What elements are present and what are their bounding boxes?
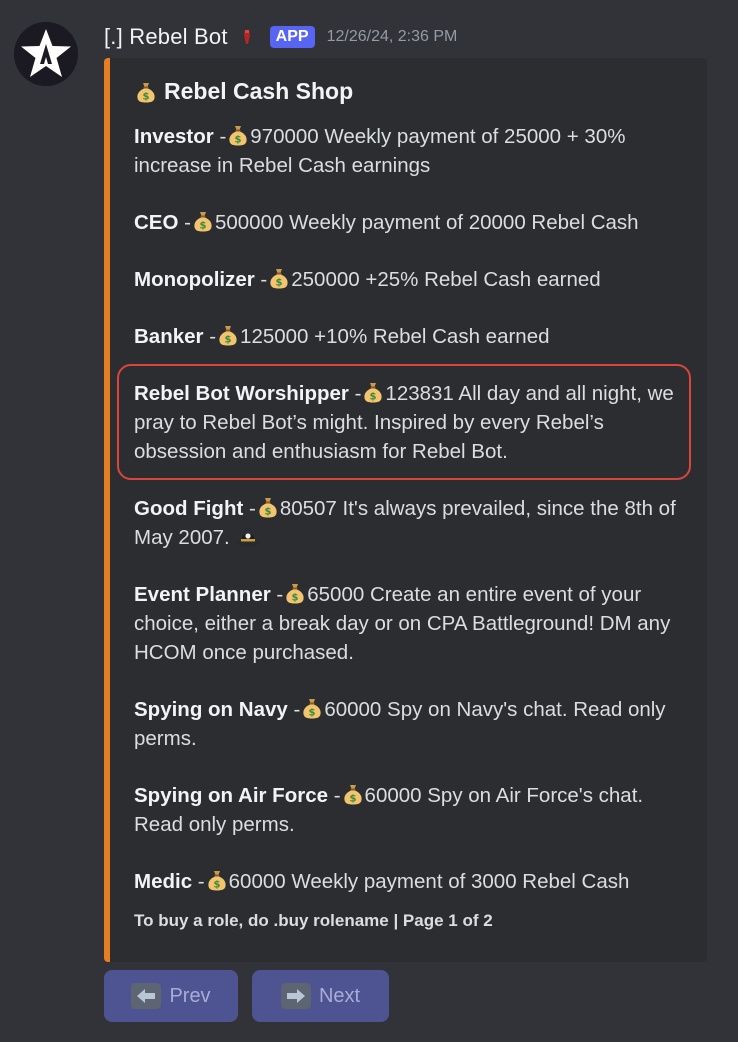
shop-item: Medic - $60000 Weekly payment of 3000 Reb… bbox=[134, 867, 694, 896]
svg-text:$: $ bbox=[199, 221, 206, 232]
money-bag-icon: $ bbox=[194, 212, 212, 232]
shop-item-price-wrap: - $500000 bbox=[178, 211, 283, 234]
shop-item-name: Medic bbox=[134, 870, 193, 893]
shop-item-price-wrap: - $123831 bbox=[349, 382, 454, 405]
bot-message: [.] Rebel Bot APP 12/26/24, 2:36 PM $ Re… bbox=[0, 0, 738, 1042]
app-badge: APP bbox=[269, 26, 315, 48]
svg-text:$: $ bbox=[143, 91, 150, 102]
money-bag-icon: $ bbox=[137, 82, 155, 102]
shop-item-separator: - bbox=[328, 784, 341, 807]
svg-text:$: $ bbox=[292, 593, 299, 604]
shop-item: Banker - $125000 +10% Rebel Cash earned bbox=[134, 322, 694, 351]
shop-item-separator: - bbox=[203, 325, 217, 348]
money-bag-icon: $ bbox=[259, 498, 277, 518]
svg-text:$: $ bbox=[349, 794, 356, 805]
shop-item-price: 60000 bbox=[364, 784, 422, 807]
shop-item-price: 60000 bbox=[228, 870, 286, 893]
shop-item-separator: - bbox=[243, 497, 256, 520]
shop-item-description: Weekly payment of 20000 Rebel Cash bbox=[283, 211, 639, 234]
money-bag-icon: $ bbox=[270, 269, 288, 289]
money-bag-icon: $ bbox=[219, 326, 237, 346]
shop-item-price-wrap: - $60000 bbox=[192, 870, 286, 893]
left-arrow-icon bbox=[131, 983, 162, 1009]
shop-item-name: Spying on Navy bbox=[134, 698, 288, 721]
shop-item: Rebel Bot Worshipper - $123831 All day an… bbox=[134, 379, 694, 466]
shop-item: Spying on Air Force - $60000 Spy on Air F… bbox=[134, 781, 694, 839]
shop-item-name: Investor bbox=[134, 125, 214, 148]
shop-item-description: Weekly payment of 3000 Rebel Cash bbox=[285, 870, 630, 893]
shop-item: CEO - $500000 Weekly payment of 20000 Reb… bbox=[134, 208, 694, 237]
shop-item-price: 125000 bbox=[240, 325, 309, 348]
shop-item-name: Monopolizer bbox=[134, 268, 255, 291]
svg-text:$: $ bbox=[225, 335, 232, 346]
shop-item-description: +25% Rebel Cash earned bbox=[359, 268, 601, 291]
svg-text:$: $ bbox=[213, 880, 220, 891]
shop-item-price-wrap: - $65000 bbox=[270, 583, 365, 606]
shop-item: Good Fight - $80507 It's always prevailed… bbox=[134, 494, 694, 552]
shop-item-price-wrap: - $250000 bbox=[254, 268, 360, 291]
star-logo-icon bbox=[14, 22, 78, 86]
message-timestamp: 12/26/24, 2:36 PM bbox=[326, 28, 458, 45]
shop-item-separator: - bbox=[287, 698, 301, 721]
shop-item-price: 65000 bbox=[307, 583, 365, 606]
svg-text:$: $ bbox=[276, 278, 283, 289]
shop-item-description: +10% Rebel Cash earned bbox=[308, 325, 550, 348]
embed-title-text: Rebel Cash Shop bbox=[164, 78, 354, 104]
red-marker-icon bbox=[242, 29, 252, 45]
shop-item: Spying on Navy - $60000 Spy on Navy's cha… bbox=[134, 695, 694, 753]
shop-item-name: CEO bbox=[134, 211, 179, 234]
shop-item: Investor - $970000 Weekly payment of 2500… bbox=[134, 122, 694, 180]
author-name[interactable]: [.] Rebel Bot bbox=[104, 24, 228, 50]
shop-item-price: 60000 bbox=[324, 698, 382, 721]
shop-item-separator: - bbox=[178, 211, 191, 234]
svg-text:$: $ bbox=[370, 392, 377, 403]
shop-item-price: 123831 bbox=[385, 382, 454, 405]
pirate-hat-icon bbox=[237, 533, 260, 546]
shop-item-separator: - bbox=[348, 382, 362, 405]
shop-item-name: Spying on Air Force bbox=[134, 784, 329, 807]
shop-item-price-wrap: - $80507 bbox=[243, 497, 337, 520]
shop-item: Event Planner - $65000 Create an entire e… bbox=[134, 580, 694, 667]
shop-item-name: Event Planner bbox=[134, 583, 271, 606]
shop-item-price: 970000 bbox=[250, 125, 319, 148]
shop-item-price: 80507 bbox=[279, 497, 337, 520]
shop-item-price-wrap: - $970000 bbox=[213, 125, 319, 148]
prev-button-label: Prev bbox=[169, 984, 211, 1007]
svg-text:$: $ bbox=[235, 135, 242, 146]
money-bag-icon: $ bbox=[343, 785, 362, 805]
embed-footer: To buy a role, do .buy rolename | Page 1… bbox=[134, 911, 493, 930]
prev-button[interactable]: Prev bbox=[104, 970, 238, 1022]
shop-embed: $ Rebel Cash Shop Investor - $970000 Week… bbox=[104, 58, 707, 962]
embed-title: $ Rebel Cash Shop bbox=[134, 78, 353, 105]
next-button-label: Next bbox=[318, 984, 361, 1007]
next-button[interactable]: Next bbox=[252, 970, 389, 1022]
shop-item: Monopolizer - $250000 +25% Rebel Cash ear… bbox=[134, 265, 694, 294]
money-bag-icon: $ bbox=[208, 871, 226, 891]
money-bag-icon: $ bbox=[364, 383, 383, 403]
money-bag-icon: $ bbox=[286, 584, 304, 604]
message-header: [.] Rebel Bot APP 12/26/24, 2:36 PM bbox=[104, 22, 457, 52]
shop-item-price: 500000 bbox=[214, 211, 284, 234]
shop-item-name: Rebel Bot Worshipper bbox=[134, 382, 349, 405]
shop-item-price: 250000 bbox=[291, 268, 360, 291]
shop-item-name: Good Fight bbox=[134, 497, 244, 520]
shop-item-price-wrap: - $60000 bbox=[328, 784, 422, 807]
shop-item-separator: - bbox=[270, 583, 284, 606]
pagination-buttons: Prev Next bbox=[104, 970, 389, 1022]
shop-item-name: Banker bbox=[134, 325, 204, 348]
money-bag-icon: $ bbox=[303, 699, 321, 719]
bot-avatar[interactable] bbox=[14, 22, 78, 86]
shop-item-separator: - bbox=[213, 125, 227, 148]
svg-text:$: $ bbox=[264, 507, 271, 518]
money-bag-icon: $ bbox=[229, 126, 247, 146]
shop-item-separator: - bbox=[254, 268, 268, 291]
shop-item-price-wrap: - $125000 bbox=[203, 325, 309, 348]
shop-item-price-wrap: - $60000 bbox=[287, 698, 382, 721]
shop-item-list: Investor - $970000 Weekly payment of 2500… bbox=[134, 122, 694, 924]
svg-text:$: $ bbox=[309, 708, 316, 719]
shop-item-separator: - bbox=[192, 870, 205, 893]
right-arrow-icon bbox=[280, 983, 311, 1009]
